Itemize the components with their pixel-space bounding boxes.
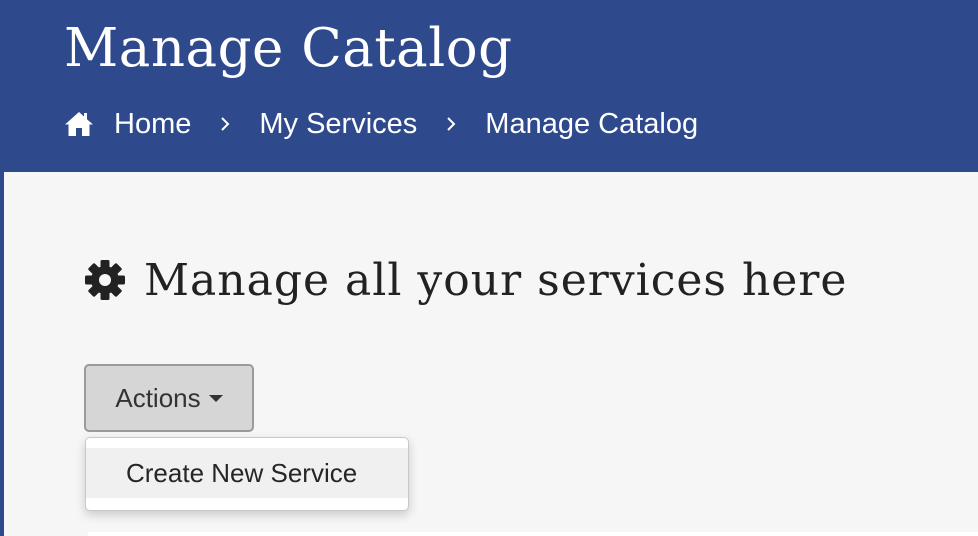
page-title: Manage Catalog	[64, 18, 513, 79]
breadcrumb-manage-catalog: Manage Catalog	[485, 107, 699, 140]
chevron-right-icon	[445, 116, 457, 132]
actions-dropdown-menu: Create New Service	[85, 437, 409, 511]
breadcrumb-home[interactable]: Home	[114, 108, 191, 141]
main-content: Manage all your services here Actions Cr…	[4, 172, 978, 536]
page-header: Manage Catalog Home My Services Manage C…	[0, 0, 978, 172]
chevron-right-icon	[219, 116, 231, 132]
menu-item-create-new-service[interactable]: Create New Service	[86, 448, 408, 498]
breadcrumb: Home My Services Manage Catalog	[64, 104, 698, 144]
home-icon[interactable]	[64, 111, 94, 137]
breadcrumb-my-services[interactable]: My Services	[259, 108, 417, 141]
actions-dropdown-button[interactable]: Actions	[84, 364, 254, 432]
gear-icon	[84, 259, 126, 301]
section-heading: Manage all your services here	[84, 254, 847, 306]
actions-label: Actions	[115, 382, 201, 413]
heading-text: Manage all your services here	[144, 254, 848, 306]
caret-down-icon	[208, 394, 223, 402]
content-panel	[88, 532, 978, 536]
